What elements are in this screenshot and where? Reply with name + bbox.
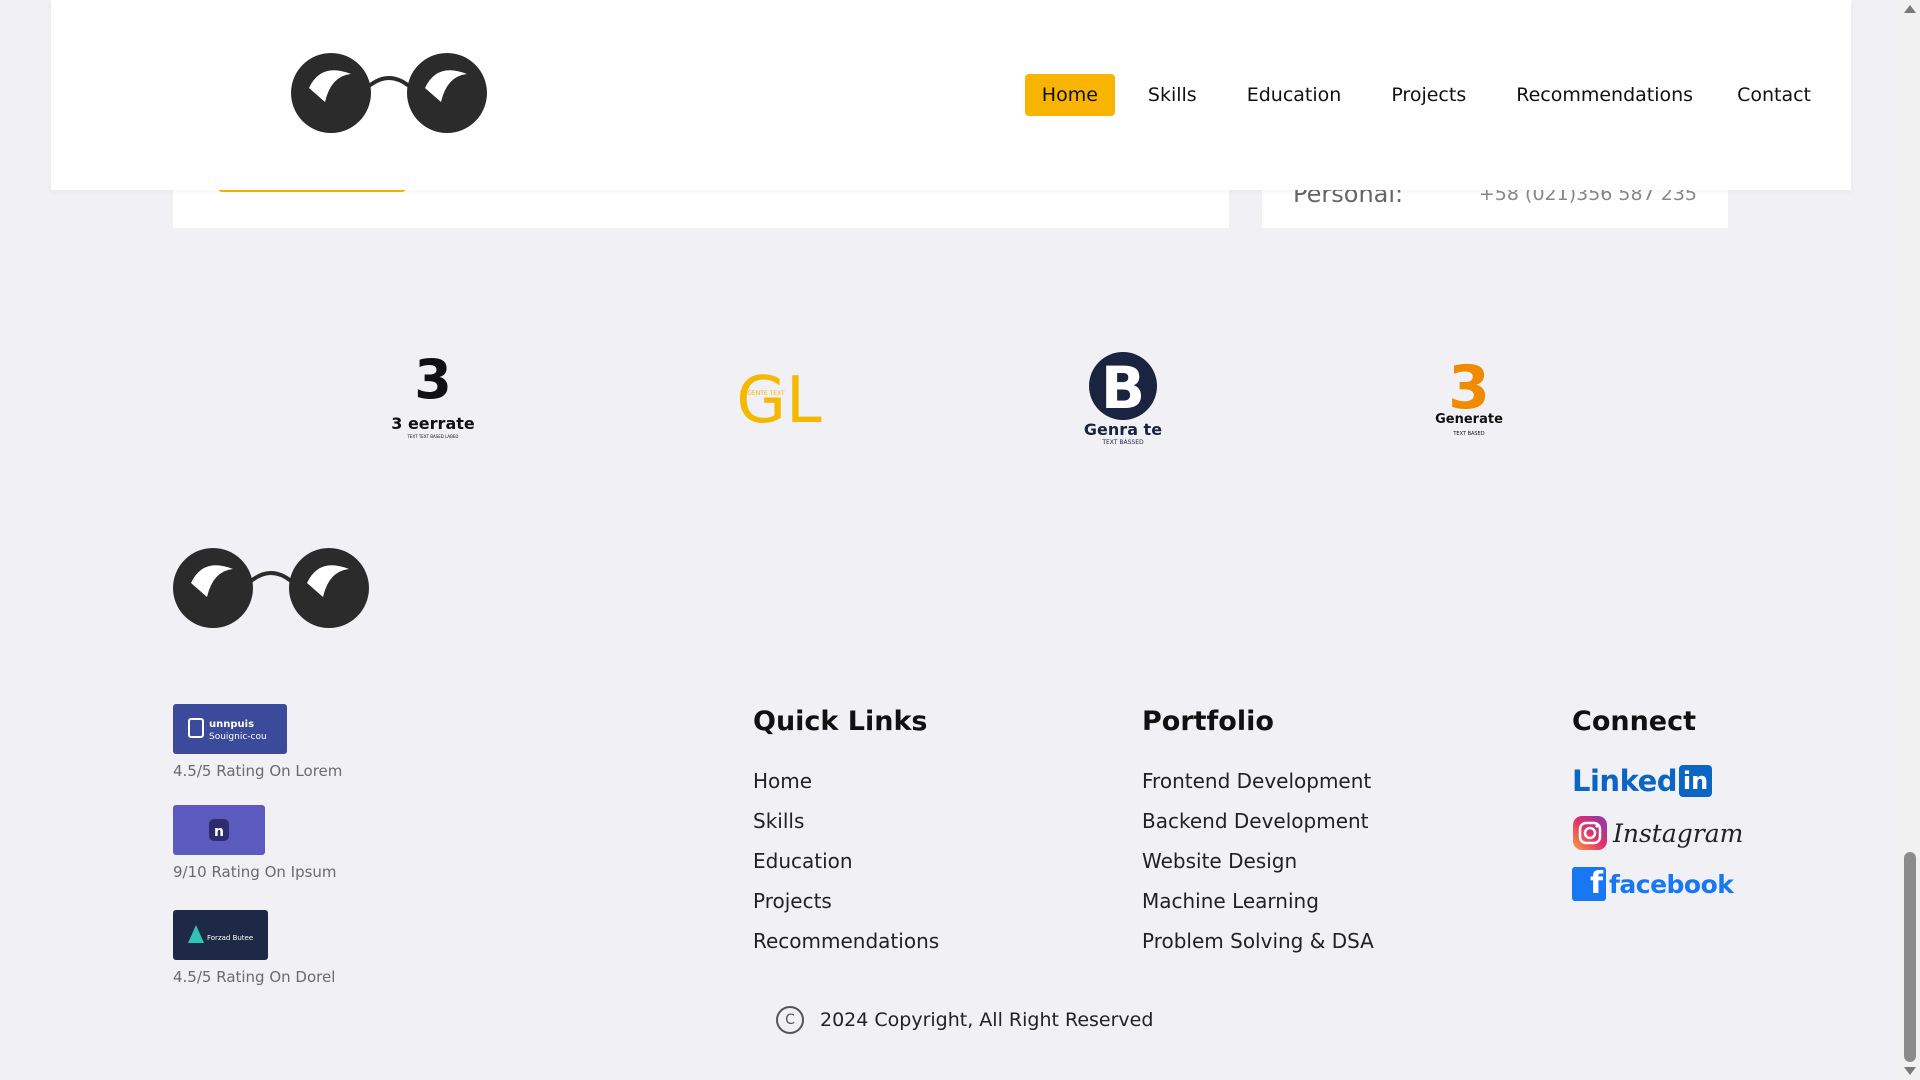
rating-badge-lorem[interactable]: unnpuis Souignic-cou bbox=[173, 704, 287, 754]
rating-caption-dorel: 4.5/5 Rating On Dorel bbox=[173, 968, 336, 986]
footer-glasses-icon[interactable] bbox=[173, 547, 369, 633]
svg-text:unnpuis: unnpuis bbox=[209, 719, 254, 730]
partner-logo-4: 3 Generate TEXT BASED bbox=[1414, 350, 1524, 450]
partner-4-name: Generate bbox=[1435, 412, 1503, 427]
svg-text:3: 3 bbox=[414, 350, 452, 411]
footer-link-recommendations[interactable]: Recommendations bbox=[753, 929, 939, 953]
partner-logo-3: B Genra te TEXT BASSED bbox=[1068, 350, 1178, 450]
partner-3-name: Genra te bbox=[1084, 420, 1162, 439]
rating-ipsum-mark: n bbox=[214, 824, 224, 840]
glasses-icon[interactable] bbox=[291, 52, 487, 138]
quick-links-title: Quick Links bbox=[753, 706, 928, 737]
partner-1-name: 3 eerrate bbox=[391, 414, 475, 433]
rating-caption-lorem: 4.5/5 Rating On Lorem bbox=[173, 762, 343, 780]
partner-1-subtitle: TEXT TEXT BASED LABED bbox=[406, 434, 458, 439]
svg-text:B: B bbox=[1101, 354, 1145, 422]
footer-link-skills[interactable]: Skills bbox=[753, 809, 804, 833]
portfolio-link-dsa[interactable]: Problem Solving & DSA bbox=[1142, 929, 1374, 953]
main-nav: Home Skills Education Projects Recommend… bbox=[1009, 74, 1811, 116]
copyright-icon: C bbox=[776, 1006, 804, 1034]
rating-badge-dorel[interactable]: Forzad Butee bbox=[173, 910, 268, 960]
copyright-text: 2024 Copyright, All Right Reserved bbox=[820, 1009, 1154, 1031]
portfolio-link-frontend[interactable]: Frontend Development bbox=[1142, 769, 1371, 793]
footer-link-projects[interactable]: Projects bbox=[753, 889, 832, 913]
linkedin-icon[interactable]: Linked in bbox=[1572, 764, 1712, 798]
scroll-thumb[interactable] bbox=[1904, 852, 1916, 1062]
rating-caption-ipsum: 9/10 Rating On Ipsum bbox=[173, 863, 337, 881]
nav-projects[interactable]: Projects bbox=[1374, 74, 1483, 116]
portfolio-title: Portfolio bbox=[1142, 706, 1274, 737]
portfolio-link-website-design[interactable]: Website Design bbox=[1142, 849, 1297, 873]
portfolio-link-machine-learning[interactable]: Machine Learning bbox=[1142, 889, 1319, 913]
footer-link-education[interactable]: Education bbox=[753, 849, 853, 873]
nav-education[interactable]: Education bbox=[1230, 74, 1359, 116]
svg-text:Forzad Butee: Forzad Butee bbox=[207, 934, 253, 942]
rating-badge-ipsum[interactable]: n bbox=[173, 805, 265, 855]
partner-4-subtitle: TEXT BASED bbox=[1452, 431, 1484, 437]
nav-recommendations[interactable]: Recommendations bbox=[1499, 74, 1710, 116]
nav-skills[interactable]: Skills bbox=[1131, 74, 1214, 116]
linkedin-in-box: in bbox=[1679, 765, 1712, 797]
scroll-down-arrow-icon[interactable] bbox=[1904, 1067, 1916, 1075]
svg-text:Souignic-cou: Souignic-cou bbox=[209, 732, 267, 742]
facebook-wordmark: facebook bbox=[1609, 869, 1734, 899]
partner-logo-2: GL GENTE TEXT bbox=[724, 350, 834, 450]
scroll-up-arrow-icon[interactable] bbox=[1904, 5, 1916, 13]
instagram-wordmark: Instagram bbox=[1613, 818, 1744, 848]
page-scrollbar[interactable] bbox=[1900, 0, 1920, 1080]
nav-contact[interactable]: Contact bbox=[1720, 74, 1811, 116]
linkedin-wordmark: Linked bbox=[1572, 764, 1678, 798]
instagram-glyph-icon bbox=[1573, 816, 1607, 850]
site-header: Home Skills Education Projects Recommend… bbox=[51, 0, 1851, 190]
partner-logo-1: 3 3 eerrate TEXT TEXT BASED LABED bbox=[378, 348, 488, 450]
connect-title: Connect bbox=[1572, 706, 1697, 737]
footer-link-home[interactable]: Home bbox=[753, 769, 812, 793]
nav-home[interactable]: Home bbox=[1024, 74, 1115, 116]
copyright: C 2024 Copyright, All Right Reserved bbox=[776, 1006, 1153, 1034]
portfolio-link-backend[interactable]: Backend Development bbox=[1142, 809, 1369, 833]
partner-2-name: GL bbox=[736, 364, 822, 438]
facebook-icon[interactable]: f facebook bbox=[1572, 867, 1734, 901]
partner-3-subtitle: TEXT BASSED bbox=[1101, 439, 1144, 446]
instagram-icon[interactable]: Instagram bbox=[1572, 815, 1743, 851]
partner-2-subtitle: GENTE TEXT bbox=[747, 390, 785, 397]
facebook-f-icon: f bbox=[1572, 867, 1606, 901]
